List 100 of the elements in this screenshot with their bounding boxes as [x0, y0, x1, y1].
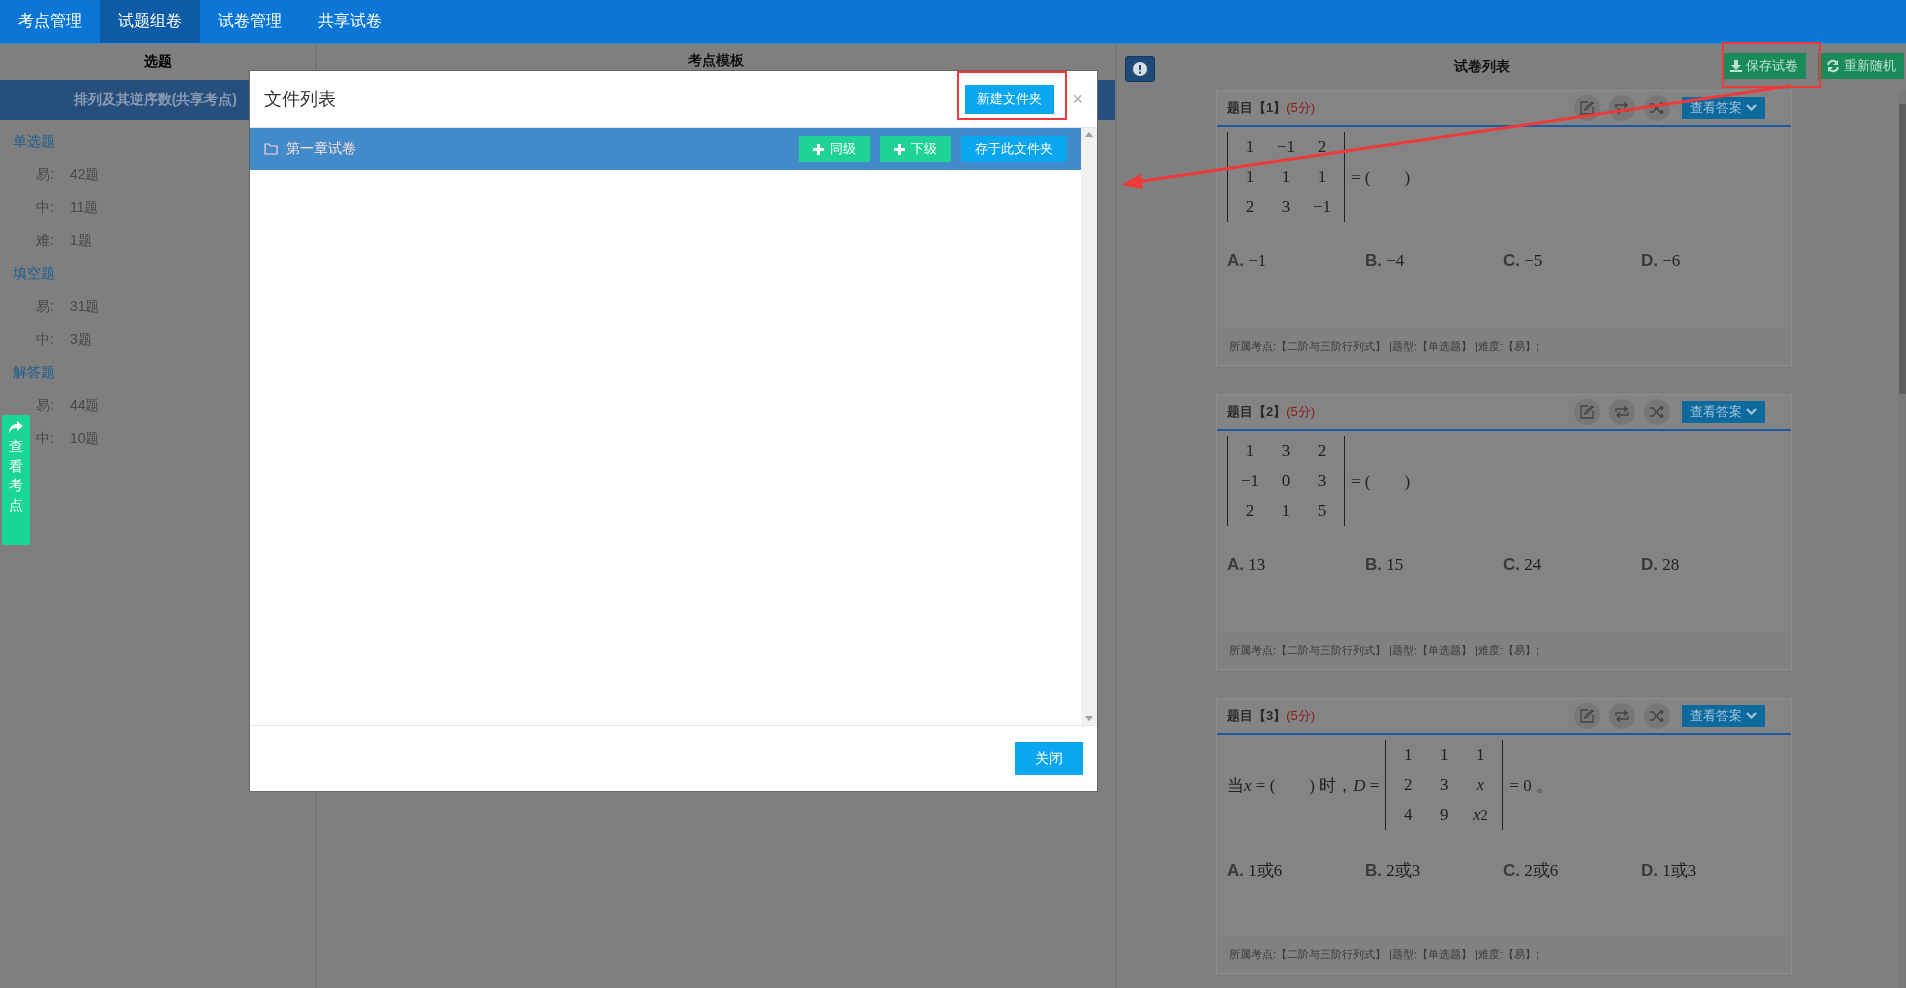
shuffle-icon: [1649, 101, 1665, 115]
folder-name: 第一章试卷: [286, 140, 357, 158]
question-score: (5分): [1286, 99, 1317, 117]
matrix-entry: 3: [1280, 440, 1292, 462]
matrix-entry: 3: [1280, 196, 1292, 218]
matrix-entry: 2: [1316, 136, 1328, 158]
matrix-entry: −1: [1311, 196, 1333, 218]
matrix-entry: 2: [1244, 196, 1256, 218]
add-folder-button[interactable]: 下级: [880, 136, 951, 162]
matrix-entry: 1: [1280, 500, 1292, 522]
nav-tab[interactable]: 试题组卷: [100, 0, 200, 43]
shuffle-button[interactable]: [1644, 703, 1670, 729]
scrollbar[interactable]: [1081, 128, 1097, 725]
repeat-button[interactable]: [1609, 703, 1635, 729]
answer-option: B. 15: [1365, 555, 1503, 575]
matrix-entry: 1: [1316, 166, 1328, 188]
answer-option: C. 24: [1503, 555, 1641, 575]
panel-title: 试卷列表: [1453, 58, 1510, 76]
plus-icon: [813, 143, 824, 155]
scroll-down-icon[interactable]: [1085, 716, 1093, 721]
edit-icon: [1580, 405, 1594, 419]
matrix-entry: 2: [1316, 440, 1328, 462]
answer-option: C. 2或6: [1503, 859, 1641, 882]
equation-text: = ( ): [1351, 166, 1411, 189]
answer-option: A. −1: [1227, 251, 1365, 271]
answer-option: B. −4: [1365, 251, 1503, 271]
edit-icon: [1580, 101, 1594, 115]
matrix-entry: −1: [1239, 470, 1261, 492]
question-score: (5分): [1286, 707, 1317, 725]
matrix-entry: 1: [1403, 744, 1414, 766]
matrix-entry: 3: [1316, 470, 1328, 492]
answer-option: D. −6: [1641, 251, 1779, 271]
answer-option: A. 13: [1227, 555, 1365, 575]
share-arrow-icon: [9, 421, 23, 433]
scroll-up-icon[interactable]: [1085, 132, 1093, 137]
chevron-down-icon: [1746, 712, 1757, 720]
chevron-down-icon: [1746, 408, 1757, 416]
repeat-icon: [1614, 405, 1630, 419]
nav-tab[interactable]: 共享试卷: [300, 0, 400, 43]
close-button[interactable]: 关闭: [1015, 742, 1083, 775]
edit-icon: [1580, 709, 1594, 723]
shuffle-button[interactable]: [1644, 399, 1670, 425]
repeat-button[interactable]: [1609, 399, 1635, 425]
download-icon: [1730, 60, 1742, 72]
view-topics-tab[interactable]: 查看考点: [2, 415, 30, 545]
matrix-entry: x: [1475, 774, 1486, 796]
matrix-entry: 4: [1403, 804, 1414, 826]
chevron-down-icon: [1746, 104, 1757, 112]
add-folder-button[interactable]: 同级: [799, 136, 870, 162]
question-title: 题目【3】: [1227, 707, 1287, 725]
matrix-entry: 3: [1439, 774, 1450, 796]
info-button[interactable]: [1125, 56, 1155, 82]
equation-text: = 0 。: [1509, 774, 1553, 797]
difficulty-label: 易:: [36, 166, 54, 184]
shuffle-icon: [1649, 405, 1665, 419]
info-icon: [1133, 62, 1147, 76]
matrix-entry: 2: [1403, 774, 1414, 796]
matrix-entry: −1: [1275, 136, 1297, 158]
question-score: (5分): [1286, 403, 1317, 421]
matrix-entry: 5: [1316, 500, 1328, 522]
question-title: 题目【2】: [1227, 403, 1287, 421]
answer-option: D. 28: [1641, 555, 1779, 575]
edit-button[interactable]: [1574, 399, 1600, 425]
scrollbar[interactable]: [1899, 90, 1906, 988]
answer-option: C. −5: [1503, 251, 1641, 271]
equation-text: = ( ): [1351, 470, 1411, 493]
view-answer-button[interactable]: 查看答案: [1682, 705, 1765, 727]
matrix-entry: 1: [1439, 744, 1450, 766]
view-answer-button[interactable]: 查看答案: [1682, 97, 1765, 119]
answer-option: B. 2或3: [1365, 859, 1503, 882]
matrix-entry: 1: [1475, 744, 1486, 766]
panel-title: 选题: [142, 52, 173, 71]
folder-icon: [264, 143, 278, 155]
nav-tab[interactable]: 考点管理: [0, 0, 100, 43]
matrix-entry: 9: [1439, 804, 1450, 826]
folder-row[interactable]: 第一章试卷 同级 下级 存于此文件夹: [250, 128, 1081, 170]
repeat-icon: [1614, 101, 1630, 115]
view-answer-button[interactable]: 查看答案: [1682, 401, 1765, 423]
plus-icon: [894, 143, 905, 155]
panel-title: 考点模板: [687, 51, 745, 70]
difficulty-label: 易:: [36, 397, 54, 415]
matrix-entry: 1: [1244, 166, 1256, 188]
save-paper-button[interactable]: 保存试卷: [1722, 53, 1806, 79]
matrix-entry: 1: [1244, 440, 1256, 462]
reshuffle-button[interactable]: 重新随机: [1818, 53, 1904, 79]
matrix-entry: 1: [1244, 136, 1256, 158]
question-text: 当x = ( ) 时，D =: [1227, 774, 1380, 797]
question-title: 题目【1】: [1227, 99, 1287, 117]
new-folder-button[interactable]: 新建文件夹: [965, 84, 1055, 114]
refresh-icon: [1826, 59, 1840, 73]
matrix-entry: 0: [1280, 470, 1292, 492]
nav-tab[interactable]: 试卷管理: [200, 0, 300, 43]
repeat-icon: [1614, 709, 1630, 723]
matrix-entry: 1: [1280, 166, 1292, 188]
answer-option: D. 1或3: [1641, 859, 1779, 882]
save-here-button[interactable]: 存于此文件夹: [961, 136, 1067, 162]
difficulty-label: 易:: [36, 298, 54, 316]
shuffle-icon: [1649, 709, 1665, 723]
answer-option: A. 1或6: [1227, 859, 1365, 882]
edit-button[interactable]: [1574, 703, 1600, 729]
